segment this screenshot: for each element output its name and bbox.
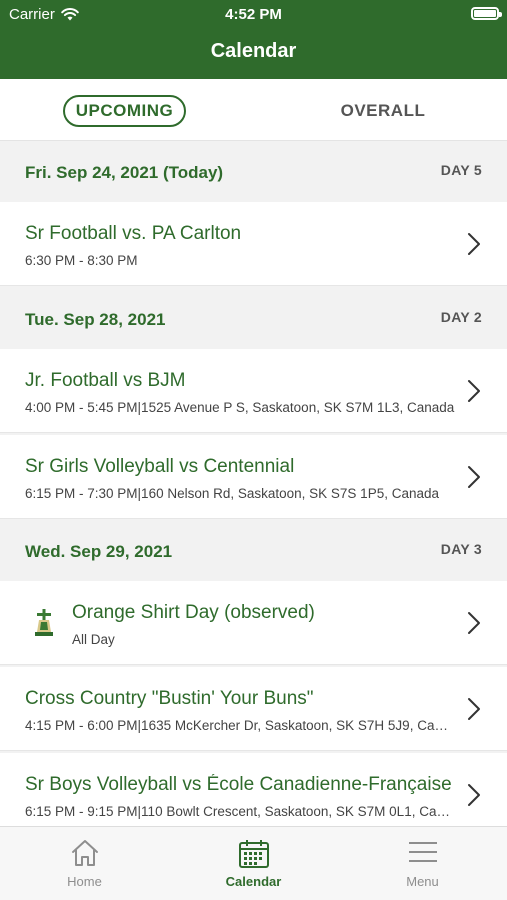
event-row[interactable]: Jr. Football vs BJM 4:00 PM - 5:45 PM|15… xyxy=(0,349,507,433)
event-row[interactable]: Sr Boys Volleyball vs École Canadienne-F… xyxy=(0,753,507,837)
date-label: Fri. Sep 24, 2021 (Today) xyxy=(25,163,224,182)
event-time-location: 4:00 PM - 5:45 PM|1525 Avenue P S, Saska… xyxy=(25,400,455,415)
school-logo-icon xyxy=(35,609,53,636)
date-label: Tue. Sep 28, 2021 xyxy=(25,310,166,329)
date-header: Fri. Sep 24, 2021 (Today) DAY 5 xyxy=(0,142,507,202)
date-label: Wed. Sep 29, 2021 xyxy=(25,542,173,561)
chevron-right-icon xyxy=(468,233,480,255)
event-time-location: 6:15 PM - 7:30 PM|160 Nelson Rd, Saskato… xyxy=(25,486,439,501)
event-time: All Day xyxy=(72,632,115,647)
tabbar-label-home: Home xyxy=(67,874,102,889)
event-title: Sr Football vs. PA Carlton xyxy=(25,223,242,244)
event-title: Orange Shirt Day (observed) xyxy=(72,602,315,623)
tabbar-calendar[interactable]: Calendar xyxy=(169,827,338,900)
day-label: DAY 3 xyxy=(440,541,482,557)
day-label: DAY 2 xyxy=(440,309,482,325)
status-bar: Carrier 4:52 PM xyxy=(0,0,507,28)
menu-icon xyxy=(408,842,437,862)
tabbar-label-menu: Menu xyxy=(406,874,439,889)
chevron-right-icon xyxy=(468,612,480,634)
event-time-location: 6:15 PM - 9:15 PM|110 Bowlt Crescent, Sa… xyxy=(25,804,455,819)
tabbar-menu[interactable]: Menu xyxy=(338,827,507,900)
event-row[interactable]: Sr Girls Volleyball vs Centennial 6:15 P… xyxy=(0,435,507,519)
event-time-location: 4:15 PM - 6:00 PM|1635 McKercher Dr, Sas… xyxy=(25,718,455,733)
date-header: Wed. Sep 29, 2021 DAY 3 xyxy=(0,521,507,581)
chevron-right-icon xyxy=(468,466,480,488)
tabbar-home[interactable]: Home xyxy=(0,827,169,900)
event-row[interactable]: Cross Country "Bustin' Your Buns" 4:15 P… xyxy=(0,667,507,751)
event-time: 6:30 PM - 8:30 PM xyxy=(25,253,138,268)
page-title: Calendar xyxy=(210,40,297,62)
bottom-tab-bar: Home Calendar Menu xyxy=(0,826,507,900)
date-header: Tue. Sep 28, 2021 DAY 2 xyxy=(0,289,507,349)
event-row[interactable]: Sr Football vs. PA Carlton 6:30 PM - 8:3… xyxy=(0,202,507,286)
event-row[interactable]: Orange Shirt Day (observed) All Day xyxy=(0,581,507,665)
day-label: DAY 5 xyxy=(440,162,482,178)
event-title: Jr. Football vs BJM xyxy=(25,370,186,391)
battery-icon xyxy=(471,7,502,20)
event-title: Sr Boys Volleyball vs École Canadienne-F… xyxy=(25,774,452,795)
status-time: 4:52 PM xyxy=(225,6,282,23)
home-icon xyxy=(71,840,98,866)
calendar-icon xyxy=(238,840,269,868)
app-header: Carrier 4:52 PM Calendar xyxy=(0,0,507,79)
tab-upcoming[interactable]: UPCOMING xyxy=(63,95,186,127)
tab-overall[interactable]: OVERALL xyxy=(320,95,446,127)
calendar-tabs: UPCOMING OVERALL xyxy=(0,79,507,141)
chevron-right-icon xyxy=(468,784,480,806)
chevron-right-icon xyxy=(468,698,480,720)
tabbar-label-calendar: Calendar xyxy=(225,874,282,889)
chevron-right-icon xyxy=(468,380,480,402)
event-title: Cross Country "Bustin' Your Buns" xyxy=(25,688,314,709)
event-title: Sr Girls Volleyball vs Centennial xyxy=(25,456,295,477)
